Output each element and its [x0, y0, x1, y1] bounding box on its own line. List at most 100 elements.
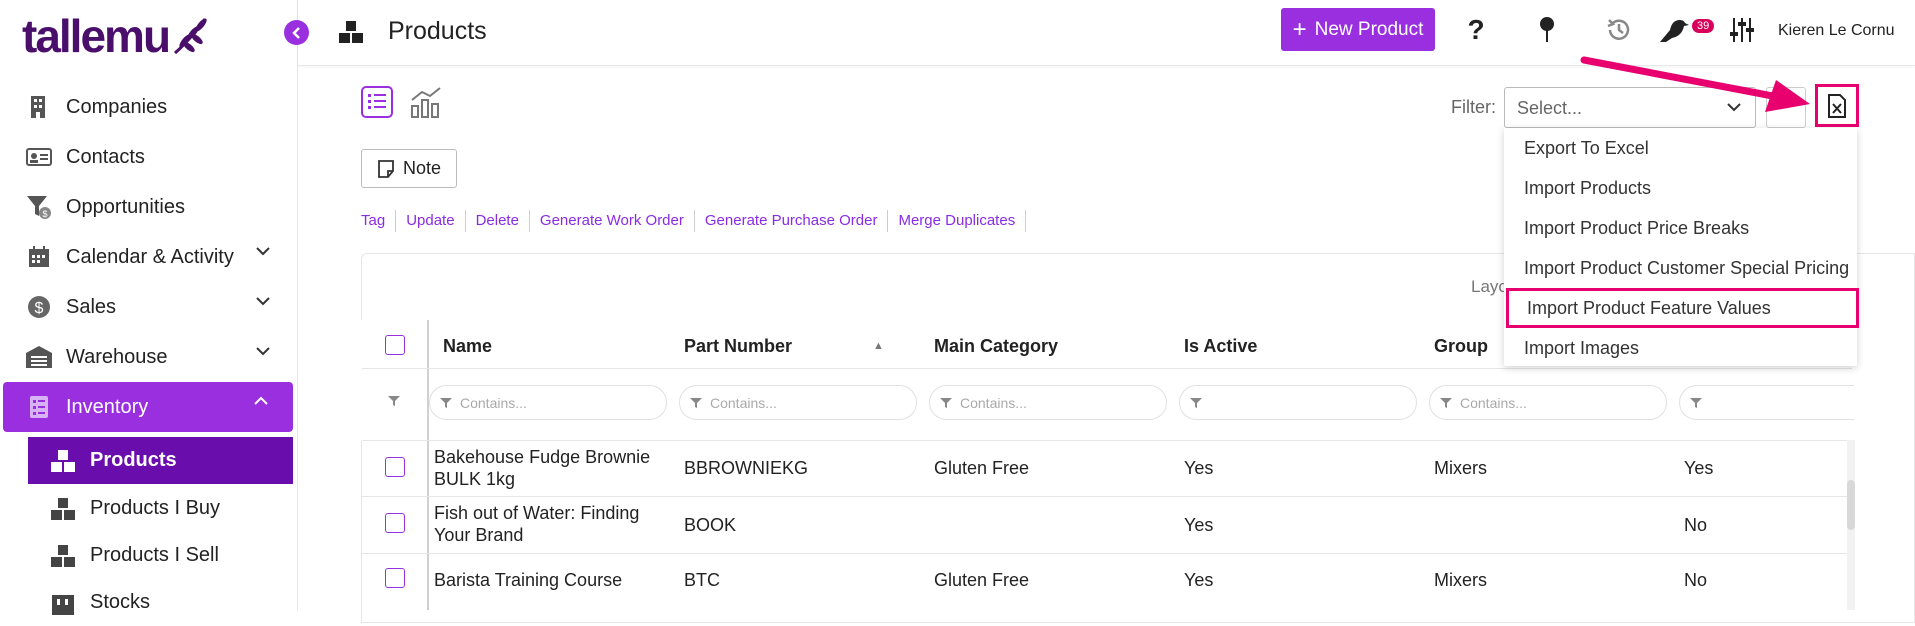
filter-icon [690, 397, 702, 408]
dollar-icon: $ [24, 292, 54, 322]
row-checkbox[interactable] [385, 457, 405, 477]
column-header-is-active[interactable]: Is Active [1184, 336, 1257, 357]
layout-label[interactable]: Layo [1471, 277, 1508, 297]
sidebar-item-label: Inventory [66, 395, 149, 418]
sidebar-subitem-label: Products [90, 449, 177, 471]
filter-icon [940, 397, 952, 408]
cell-name[interactable]: Fish out of Water: Finding Your Brand [434, 502, 674, 546]
building-icon [24, 92, 54, 122]
menu-item-import-images[interactable]: Import Images [1504, 328, 1857, 368]
user-name[interactable]: Kieren Le Cornu [1778, 22, 1895, 40]
row-divider [362, 496, 1852, 497]
chart-view-button[interactable] [409, 86, 443, 123]
note-icon [378, 159, 394, 178]
new-product-button[interactable]: + New Product [1281, 8, 1435, 51]
extra-filter-input[interactable] [1679, 385, 1854, 420]
sidebar-item-sales[interactable]: $ Sales [0, 282, 298, 332]
is-active-filter-input[interactable] [1179, 385, 1417, 420]
menu-item-export-to-excel[interactable]: Export To Excel [1504, 128, 1857, 168]
menu-item-import-feature-values[interactable]: Import Product Feature Values [1506, 288, 1859, 328]
boxes-icon [48, 541, 78, 571]
filter-icon [440, 397, 452, 408]
grid-scrollbar[interactable] [1847, 440, 1855, 610]
menu-item-import-products[interactable]: Import Products [1504, 168, 1857, 208]
cell-part-number: BTC [684, 570, 720, 590]
column-header-main-category[interactable]: Main Category [934, 336, 1058, 357]
excel-file-icon [1828, 93, 1846, 118]
part-number-filter-input[interactable]: Contains... [679, 385, 917, 420]
sidebar: tallemu Companies Contacts $ Opportuniti… [0, 0, 298, 615]
page-title: Products [388, 17, 487, 45]
help-icon[interactable]: ? [1460, 14, 1492, 46]
sidebar-item-inventory[interactable]: Inventory [3, 382, 293, 432]
sidebar-item-label: Warehouse [66, 345, 168, 368]
header-divider [362, 368, 1852, 369]
list-view-button[interactable] [361, 86, 393, 123]
sidebar-item-contacts[interactable]: Contacts [0, 132, 298, 182]
excel-menu-button[interactable] [1815, 84, 1859, 127]
sidebar-item-calendar[interactable]: Calendar & Activity [0, 232, 298, 282]
annotation-arrow [1580, 56, 1810, 112]
note-button[interactable]: Note [361, 149, 457, 188]
boxes-icon [48, 494, 78, 524]
logo-text: tallemu [22, 10, 171, 62]
cell-part-number: BBROWNIEKG [684, 458, 809, 478]
calendar-icon [24, 242, 54, 272]
column-header-group[interactable]: Group [1434, 336, 1488, 357]
menu-item-import-customer-special-pricing[interactable]: Import Product Customer Special Pricing [1504, 248, 1857, 288]
column-header-part-number[interactable]: Part Number [684, 336, 792, 357]
sidebar-item-companies[interactable]: Companies [0, 82, 298, 132]
filter-row-divider [362, 440, 1852, 441]
cell-is-active: Yes [1184, 515, 1214, 535]
excel-dropdown-menu: Export To Excel Import Products Import P… [1504, 128, 1859, 368]
sidebar-item-opportunities[interactable]: $ Opportunities [0, 182, 298, 232]
generate-purchase-order-action[interactable]: Generate Purchase Order [695, 210, 889, 232]
cell-main-category: Gluten Free [934, 458, 1030, 478]
filter-icon [1690, 397, 1702, 408]
bulk-actions-bar: Tag Update Delete Generate Work Order Ge… [361, 210, 1027, 232]
generate-work-order-action[interactable]: Generate Work Order [530, 210, 695, 232]
merge-duplicates-action[interactable]: Merge Duplicates [888, 210, 1027, 232]
plus-icon: + [1292, 15, 1307, 43]
sidebar-collapse-button[interactable] [284, 20, 309, 45]
cell-extra: Yes [1684, 458, 1714, 478]
update-action[interactable]: Update [396, 210, 466, 232]
group-filter-input[interactable]: Contains... [1429, 385, 1667, 420]
chevron-down-icon [256, 347, 270, 356]
filter-placeholder: Contains... [960, 394, 1027, 411]
grid-scrollbar-thumb[interactable] [1847, 480, 1855, 530]
sidebar-subitem-products-i-sell[interactable]: Products I Sell [28, 532, 293, 579]
name-filter-input[interactable]: Contains... [429, 385, 667, 420]
select-all-checkbox[interactable] [385, 335, 405, 355]
column-header-name[interactable]: Name [443, 336, 492, 357]
cell-name[interactable]: Bakehouse Fudge Brownie BULK 1kg [434, 446, 674, 490]
notification-badge: 39 [1692, 19, 1715, 33]
funnel-icon: $ [24, 192, 54, 222]
row-checkbox[interactable] [385, 568, 405, 588]
svg-text:$: $ [43, 209, 48, 219]
chevron-left-icon [291, 26, 300, 39]
sidebar-subitem-products[interactable]: Products [28, 437, 293, 484]
sidebar-subitem-stocks[interactable]: Stocks [28, 579, 293, 626]
menu-item-import-price-breaks[interactable]: Import Product Price Breaks [1504, 208, 1857, 248]
cell-name[interactable]: Barista Training Course [434, 569, 674, 591]
row-checkbox[interactable] [385, 513, 405, 533]
delete-action[interactable]: Delete [466, 210, 530, 232]
pin-icon[interactable] [1531, 14, 1563, 46]
tag-action[interactable]: Tag [361, 210, 397, 232]
cell-extra: No [1684, 570, 1708, 590]
inventory-icon [24, 392, 54, 422]
logo-leaf-icon [174, 18, 207, 55]
main-category-filter-input[interactable]: Contains... [929, 385, 1167, 420]
filter-placeholder: Contains... [710, 394, 777, 411]
sidebar-item-label: Opportunities [66, 195, 185, 218]
cell-extra: No [1684, 515, 1708, 535]
stock-icon [48, 588, 78, 618]
filter-select-value: Select... [1517, 98, 1583, 118]
filter-icon [1190, 397, 1202, 408]
sidebar-subitem-label: Stocks [90, 591, 151, 613]
sidebar-subitem-products-i-buy[interactable]: Products I Buy [28, 485, 293, 532]
sidebar-item-warehouse[interactable]: Warehouse [0, 332, 298, 382]
filter-placeholder: Contains... [460, 394, 527, 411]
logo[interactable]: tallemu [22, 8, 211, 64]
